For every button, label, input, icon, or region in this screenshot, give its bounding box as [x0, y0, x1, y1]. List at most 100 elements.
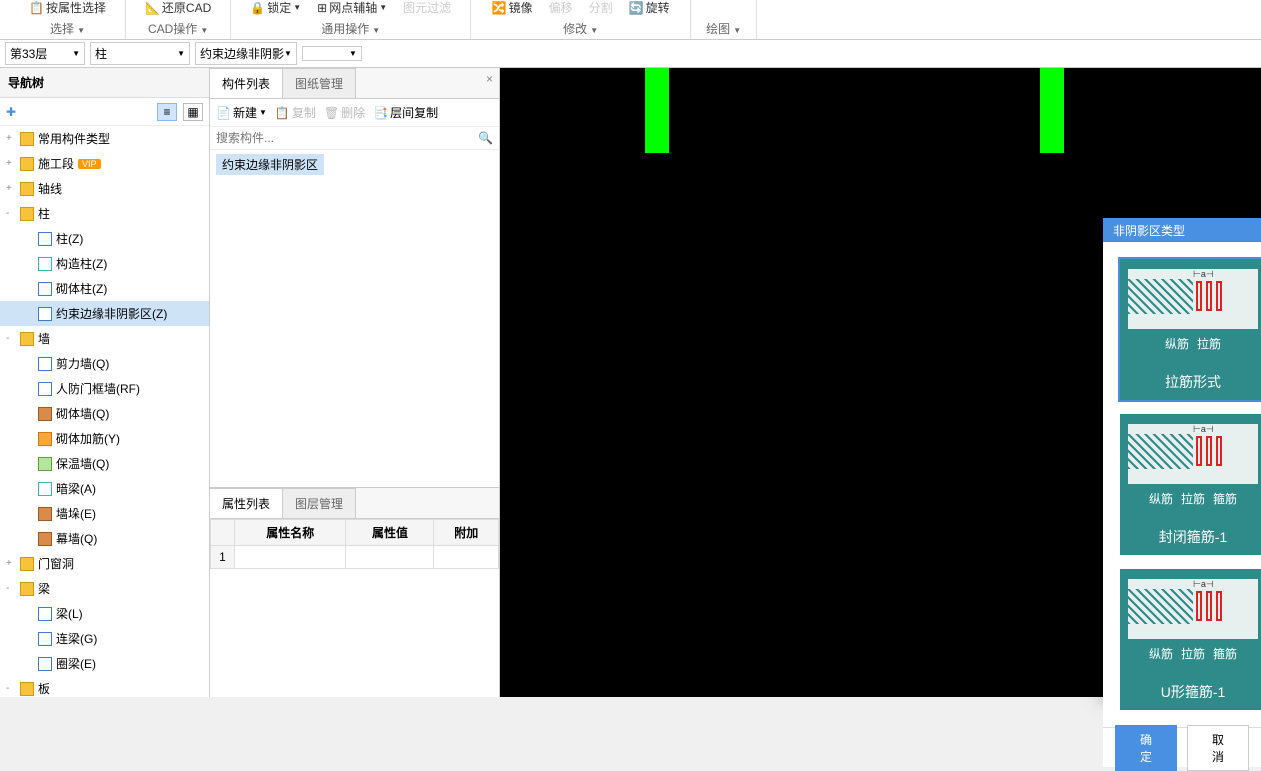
ribbon-label-draw[interactable]: 绘图 ▼: [706, 18, 741, 39]
orange-icon: [38, 432, 52, 446]
floor-select[interactable]: 第33层▼: [5, 42, 85, 65]
nav-item[interactable]: -墙: [0, 326, 209, 351]
column-element[interactable]: [1040, 68, 1064, 153]
add-icon[interactable]: ✚: [6, 105, 16, 119]
nav-label: 约束边缘非阴影区(Z): [56, 305, 167, 322]
grid-axis-btn[interactable]: ⊞ 网点辅轴 ▼: [313, 0, 391, 18]
tab-layer-mgmt[interactable]: 图层管理: [283, 488, 356, 518]
type-card[interactable]: ⊢a⊣纵筋拉筋箍筋U形箍筋-1: [1118, 567, 1261, 712]
ribbon-label-modify[interactable]: 修改 ▼: [563, 18, 598, 39]
blue-square-icon: [38, 357, 52, 371]
nav-tree: +常用构件类型+施工段 VIP+轴线-柱柱(Z)构造柱(Z)砌体柱(Z) 约束边缘…: [0, 126, 209, 697]
tab-component-list[interactable]: 构件列表: [210, 68, 283, 98]
nav-item[interactable]: 人防门框墙(RF): [0, 376, 209, 401]
component-item[interactable]: 约束边缘非阴影区: [216, 154, 324, 175]
component-panel: × 构件列表 图纸管理 📄 新建 ▼ 📋 复制 🗑 删除 📑 层间复制 🔍 约束…: [210, 68, 500, 697]
nav-item[interactable]: -梁: [0, 576, 209, 601]
nav-item[interactable]: 构造柱(Z): [0, 251, 209, 276]
close-icon[interactable]: ×: [486, 72, 493, 86]
vip-badge: VIP: [78, 159, 101, 169]
nav-label: 梁: [38, 580, 50, 597]
blue-square-icon: [38, 282, 52, 296]
nav-item[interactable]: -板: [0, 676, 209, 697]
nav-label: 墙: [38, 330, 50, 347]
lock-btn[interactable]: 🔒 锁定 ▼: [246, 0, 305, 18]
property-table: 属性名称 属性值 附加 1: [210, 519, 499, 569]
nav-item[interactable]: 圈梁(E): [0, 651, 209, 676]
nav-item[interactable]: -柱: [0, 201, 209, 226]
brick-icon: [38, 532, 52, 546]
nav-label: 砌体加筋(Y): [56, 430, 120, 447]
nav-item[interactable]: +常用构件类型: [0, 126, 209, 151]
folder-icon: [20, 682, 34, 696]
nav-item[interactable]: 墙垛(E): [0, 501, 209, 526]
ribbon-label-select[interactable]: 选择 ▼: [50, 18, 85, 39]
nav-item[interactable]: +轴线: [0, 176, 209, 201]
nav-item[interactable]: 梁(L): [0, 601, 209, 626]
rotate-btn[interactable]: 🔄 旋转: [625, 0, 674, 18]
nav-item[interactable]: 砌体柱(Z): [0, 276, 209, 301]
nav-item[interactable]: 暗梁(A): [0, 476, 209, 501]
blue-square-icon: [38, 657, 52, 671]
nav-item[interactable]: +施工段 VIP: [0, 151, 209, 176]
nav-item[interactable]: 剪力墙(Q): [0, 351, 209, 376]
brick-icon: [38, 407, 52, 421]
tab-drawing-mgmt[interactable]: 图纸管理: [283, 68, 356, 98]
row-num: 1: [211, 546, 235, 569]
search-icon[interactable]: 🔍: [478, 131, 493, 145]
blue-square-icon: [38, 607, 52, 621]
nav-label: 剪力墙(Q): [56, 355, 109, 372]
card-diagram: ⊢a⊣: [1128, 424, 1258, 484]
canvas[interactable]: 非阴影区类型 ⊢a⊣纵筋拉筋拉筋形式⊢a⊣纵筋拉筋箍筋非封闭箍筋⊢a⊣纵筋拉筋箍…: [500, 68, 1261, 697]
ribbon-label-cad[interactable]: CAD操作 ▼: [148, 18, 208, 39]
nav-item[interactable]: +门窗洞: [0, 551, 209, 576]
col-name: 属性名称: [235, 520, 346, 546]
nav-item[interactable]: 连梁(G): [0, 626, 209, 651]
copy-btn: 📋 复制: [275, 104, 316, 121]
view-list-icon[interactable]: ≡: [157, 103, 177, 121]
search-input[interactable]: [216, 131, 478, 145]
nav-label: 板: [38, 680, 50, 697]
nav-item[interactable]: 幕墙(Q): [0, 526, 209, 551]
brick-icon: [38, 507, 52, 521]
nav-label: 圈梁(E): [56, 655, 96, 672]
ok-button[interactable]: 确定: [1115, 725, 1177, 771]
new-btn[interactable]: 📄 新建 ▼: [216, 104, 267, 121]
nav-label: 暗梁(A): [56, 480, 96, 497]
folder-icon: [20, 332, 34, 346]
ribbon-label-general[interactable]: 通用操作 ▼: [321, 18, 380, 39]
type3-select[interactable]: ▼: [302, 46, 362, 61]
folder-icon: [20, 132, 34, 146]
layer-copy-btn[interactable]: 📑 层间复制: [373, 104, 438, 121]
filter-btn: 图元过滤: [399, 0, 455, 18]
nav-label: 梁(L): [56, 605, 83, 622]
nav-title: 导航树: [0, 68, 209, 98]
nav-item[interactable]: 砌体加筋(Y): [0, 426, 209, 451]
delete-btn: 🗑 删除: [324, 104, 365, 121]
nav-item[interactable]: 约束边缘非阴影区(Z): [0, 301, 209, 326]
column-element[interactable]: [645, 68, 669, 153]
nav-item[interactable]: 柱(Z): [0, 226, 209, 251]
col-value: 属性值: [346, 520, 434, 546]
type-card[interactable]: ⊢a⊣纵筋拉筋拉筋形式: [1118, 257, 1261, 402]
ribbon: 📋 按属性选择 选择 ▼ 📐 还原CAD CAD操作 ▼ 🔒 锁定 ▼ ⊞ 网点…: [0, 0, 1261, 40]
mirror-btn[interactable]: 🔀 镜像: [488, 0, 537, 18]
type1-select[interactable]: 柱▼: [90, 42, 190, 65]
restore-cad-btn[interactable]: 📐 还原CAD: [141, 0, 215, 18]
cancel-button[interactable]: 取消: [1187, 725, 1249, 771]
dialog-shadow-type: 非阴影区类型 ⊢a⊣纵筋拉筋拉筋形式⊢a⊣纵筋拉筋箍筋非封闭箍筋⊢a⊣纵筋拉筋箍…: [1103, 218, 1261, 697]
type2-select[interactable]: 约束边缘非阴影▼: [195, 42, 297, 65]
nav-item[interactable]: 保温墙(Q): [0, 451, 209, 476]
tab-properties[interactable]: 属性列表: [210, 488, 283, 518]
nav-item[interactable]: 砌体墙(Q): [0, 401, 209, 426]
card-labels: 纵筋拉筋箍筋: [1149, 490, 1237, 507]
nav-label: 幕墙(Q): [56, 530, 97, 547]
nav-label: 门窗洞: [38, 555, 74, 572]
blue-square-icon: [38, 632, 52, 646]
nav-label: 柱: [38, 205, 50, 222]
type-card[interactable]: ⊢a⊣纵筋拉筋箍筋封闭箍筋-1: [1118, 412, 1261, 557]
dialog-title: 非阴影区类型: [1103, 218, 1261, 242]
select-by-attr-btn[interactable]: 📋 按属性选择: [25, 0, 110, 18]
card-diagram: ⊢a⊣: [1128, 579, 1258, 639]
view-grid-icon[interactable]: ▦: [183, 103, 203, 121]
